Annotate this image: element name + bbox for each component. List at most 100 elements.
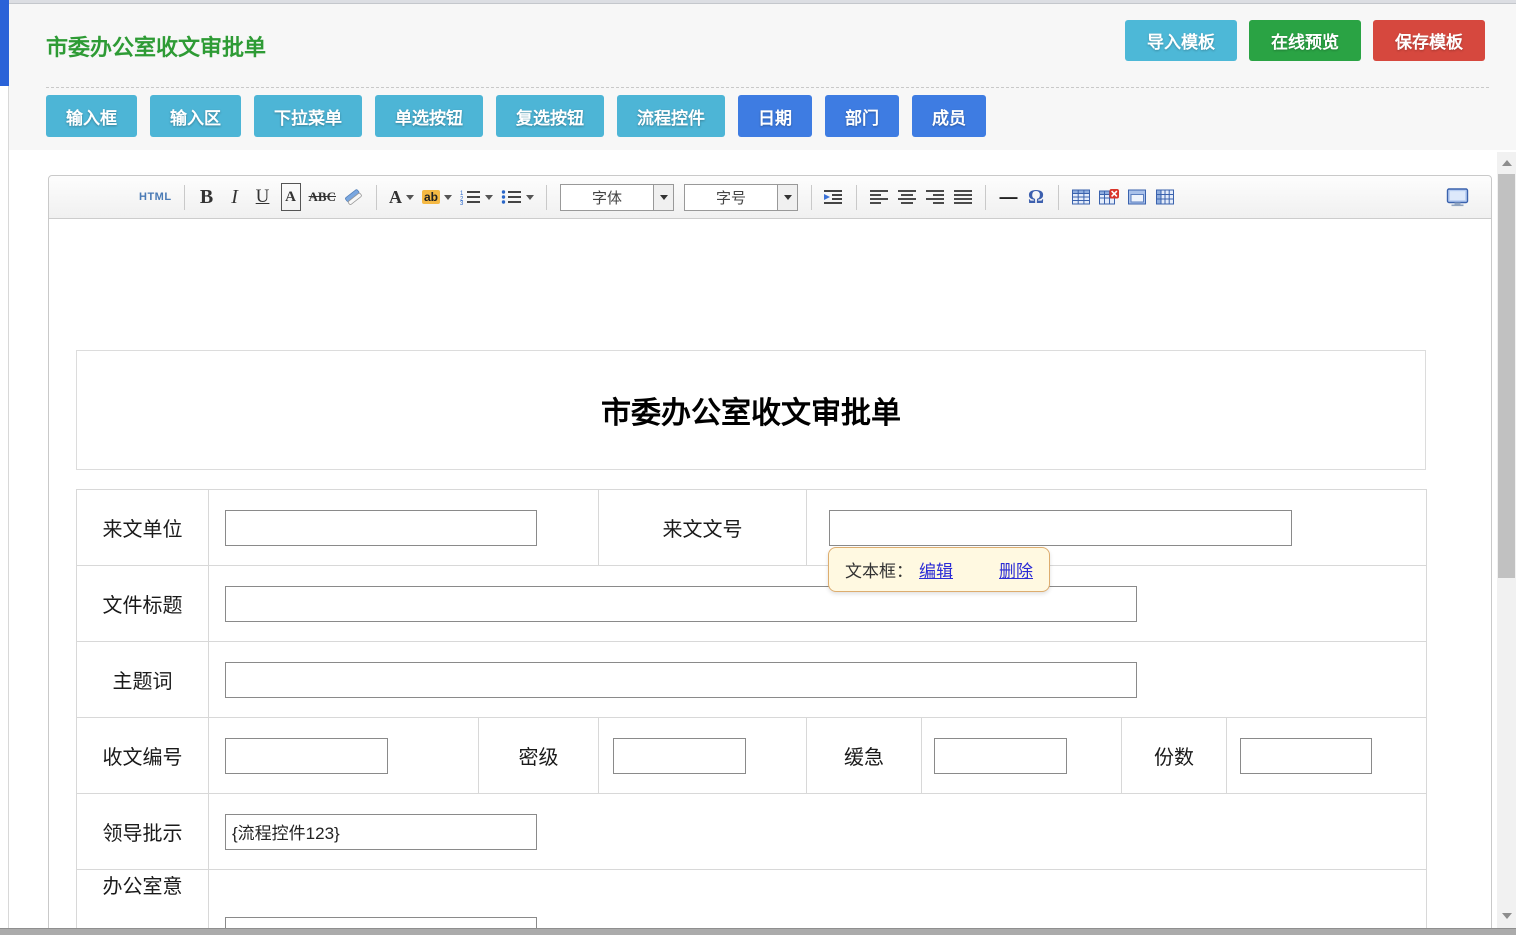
vertical-scrollbar[interactable] bbox=[1497, 152, 1516, 928]
font-size-label: 字号 bbox=[685, 187, 777, 208]
align-justify-icon[interactable] bbox=[953, 183, 973, 211]
keywords-input[interactable] bbox=[225, 662, 1137, 698]
bold-icon[interactable]: B bbox=[197, 183, 217, 211]
document-title: 市委办公室收文审批单 bbox=[601, 388, 901, 432]
strikethrough-icon[interactable]: ABC bbox=[309, 183, 336, 211]
security-level-input[interactable] bbox=[613, 738, 746, 774]
font-color-glyph: A bbox=[389, 187, 402, 208]
import-template-button[interactable]: 导入模板 bbox=[1125, 20, 1237, 61]
fullscreen-icon[interactable] bbox=[1446, 183, 1469, 211]
flow-control-button[interactable]: 流程控件 bbox=[617, 95, 725, 137]
dropdown-menu-button[interactable]: 下拉菜单 bbox=[254, 95, 362, 137]
radio-button-button[interactable]: 单选按钮 bbox=[375, 95, 483, 137]
table-row: 领导批示 bbox=[77, 794, 1427, 870]
date-button[interactable]: 日期 bbox=[738, 95, 812, 137]
receipt-number-input[interactable] bbox=[225, 738, 388, 774]
chevron-down-icon[interactable] bbox=[777, 185, 797, 210]
editor-toolbar: HTML B I U A ABC A ab 1 2 3 bbox=[49, 176, 1491, 219]
field-cell bbox=[209, 794, 1427, 870]
insert-table-icon[interactable] bbox=[1071, 183, 1091, 211]
field-label: 收文编号 bbox=[77, 718, 209, 794]
field-label: 文件标题 bbox=[77, 566, 209, 642]
field-cell bbox=[209, 490, 599, 566]
align-center-icon[interactable] bbox=[897, 183, 917, 211]
input-box-button[interactable]: 输入框 bbox=[46, 95, 137, 137]
delete-table-icon[interactable] bbox=[1099, 183, 1119, 211]
table-row: 主题词 bbox=[77, 642, 1427, 718]
chevron-down-icon[interactable] bbox=[653, 185, 673, 210]
form-table: 来文单位 来文文号 文件标题 主题词 收文编号 密 bbox=[76, 489, 1427, 935]
input-area-button[interactable]: 输入区 bbox=[150, 95, 241, 137]
background-window-strip bbox=[0, 0, 9, 86]
chevron-down-icon bbox=[444, 195, 452, 200]
table-row: 文件标题 bbox=[77, 566, 1427, 642]
header-divider bbox=[46, 87, 1489, 88]
align-right-icon[interactable] bbox=[925, 183, 945, 211]
table-row: 来文单位 来文文号 bbox=[77, 490, 1427, 566]
cell-properties-icon[interactable] bbox=[1127, 183, 1147, 211]
toolbar-separator bbox=[856, 185, 857, 210]
align-left-icon[interactable] bbox=[869, 183, 889, 211]
scroll-up-button[interactable] bbox=[1497, 154, 1516, 171]
ordered-list-icon[interactable]: 1 2 3 bbox=[460, 183, 493, 211]
scrollbar-thumb[interactable] bbox=[1498, 174, 1515, 578]
copies-input[interactable] bbox=[1240, 738, 1372, 774]
window-bottom-edge bbox=[0, 928, 1516, 935]
tooltip-label: 文本框： bbox=[845, 557, 913, 582]
font-size-select[interactable]: 字号 bbox=[684, 184, 798, 211]
member-button[interactable]: 成员 bbox=[912, 95, 986, 137]
eraser-icon[interactable] bbox=[344, 183, 364, 211]
field-label: 办公室意 bbox=[77, 870, 209, 935]
indent-icon[interactable] bbox=[824, 183, 844, 211]
page-title: 市委办公室收文审批单 bbox=[46, 30, 266, 62]
field-label: 份数 bbox=[1122, 718, 1227, 794]
unordered-list-icon[interactable] bbox=[501, 183, 534, 211]
field-cell bbox=[922, 718, 1122, 794]
urgency-input[interactable] bbox=[934, 738, 1067, 774]
source-unit-input[interactable] bbox=[225, 510, 537, 546]
header-actions: 导入模板 在线预览 保存模板 bbox=[1125, 20, 1485, 61]
chevron-down-icon bbox=[526, 195, 534, 200]
document-title-box: 市委办公室收文审批单 bbox=[76, 350, 1426, 470]
field-label: 来文单位 bbox=[77, 490, 209, 566]
delete-link[interactable]: 删除 bbox=[999, 557, 1033, 582]
underline-icon[interactable]: U bbox=[253, 183, 273, 211]
field-label: 密级 bbox=[479, 718, 599, 794]
horizontal-rule-icon[interactable]: — bbox=[998, 183, 1018, 211]
svg-text:3: 3 bbox=[460, 201, 464, 205]
field-label: 主题词 bbox=[77, 642, 209, 718]
font-family-label: 字体 bbox=[561, 187, 653, 208]
source-code-icon[interactable]: HTML bbox=[139, 183, 172, 211]
table-properties-icon[interactable] bbox=[1155, 183, 1175, 211]
field-cell: {流程控件124} bbox=[209, 870, 1427, 935]
field-label: 缓急 bbox=[807, 718, 922, 794]
department-button[interactable]: 部门 bbox=[825, 95, 899, 137]
chevron-down-icon bbox=[485, 195, 493, 200]
field-action-tooltip: 文本框： 编辑 删除 bbox=[828, 547, 1050, 592]
online-preview-button[interactable]: 在线预览 bbox=[1249, 20, 1361, 61]
special-char-icon[interactable]: Ω bbox=[1026, 183, 1046, 211]
toolbar-separator bbox=[546, 185, 547, 210]
save-template-button[interactable]: 保存模板 bbox=[1373, 20, 1485, 61]
field-cell bbox=[209, 718, 479, 794]
highlight-color-icon[interactable]: ab bbox=[422, 183, 452, 211]
leader-instructions-input[interactable] bbox=[225, 814, 537, 850]
triangle-down-icon bbox=[1502, 913, 1512, 919]
font-style-icon[interactable]: A bbox=[281, 183, 301, 211]
font-family-select[interactable]: 字体 bbox=[560, 184, 674, 211]
scroll-down-button[interactable] bbox=[1497, 907, 1516, 924]
table-row: 收文编号 密级 缓急 份数 bbox=[77, 718, 1427, 794]
font-color-icon[interactable]: A bbox=[389, 183, 414, 211]
triangle-up-icon bbox=[1502, 160, 1512, 166]
document-number-input[interactable] bbox=[829, 510, 1292, 546]
italic-icon[interactable]: I bbox=[225, 183, 245, 211]
checkbox-button-button[interactable]: 复选按钮 bbox=[496, 95, 604, 137]
table-row: 办公室意 {流程控件124} bbox=[77, 870, 1427, 935]
chevron-down-icon bbox=[406, 195, 414, 200]
toolbar-separator bbox=[985, 185, 986, 210]
widget-toolbar: 输入框 输入区 下拉菜单 单选按钮 复选按钮 流程控件 日期 部门 成员 bbox=[46, 95, 986, 137]
edit-link[interactable]: 编辑 bbox=[919, 557, 953, 582]
field-cell bbox=[209, 566, 1427, 642]
field-cell bbox=[599, 718, 807, 794]
toolbar-separator bbox=[184, 185, 185, 210]
